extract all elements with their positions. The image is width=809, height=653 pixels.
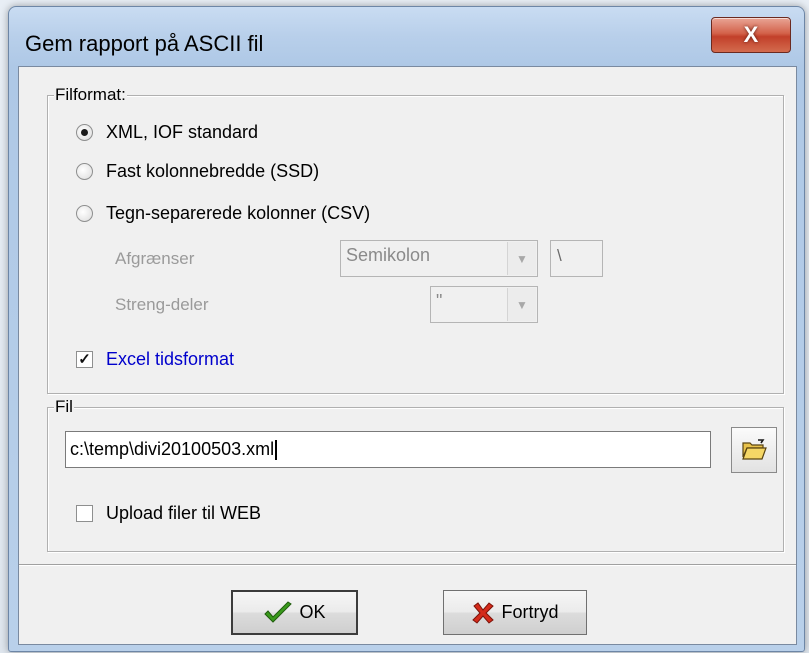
delimiter-select-value: Semikolon <box>346 245 431 265</box>
cancel-label: Fortryd <box>501 602 559 622</box>
footer-separator <box>19 564 796 566</box>
string-delimiter-value: " <box>436 291 443 311</box>
string-delimiter-label: Streng-deler <box>115 295 209 314</box>
dialog-title: Gem rapport på ASCII fil <box>25 31 264 56</box>
chevron-down-icon[interactable]: ▼ <box>507 242 536 275</box>
delimiter-char-input[interactable]: \ <box>550 240 603 277</box>
upload-checkbox-label: Upload filer til WEB <box>106 503 262 523</box>
fil-group: Fil <box>47 397 784 552</box>
ok-button[interactable]: OK <box>231 590 358 635</box>
radio-csv-button[interactable] <box>76 205 93 222</box>
checkmark-icon <box>264 600 293 623</box>
radio-ssd[interactable]: Fast kolonnebredde (SSD) <box>76 161 319 182</box>
dialog-client: Filformat: XML, IOF standard Fast kolonn… <box>18 66 797 645</box>
file-path-value: c:\temp\divi20100503.xml <box>70 439 275 459</box>
radio-xml[interactable]: XML, IOF standard <box>76 122 258 143</box>
title-bar[interactable]: Gem rapport på ASCII fil X <box>9 7 804 65</box>
close-icon: X <box>743 22 759 47</box>
file-path-input[interactable]: c:\temp\divi20100503.xml <box>65 431 711 468</box>
fil-label: Fil <box>54 397 74 417</box>
excel-checkbox-box[interactable]: ✓ <box>76 351 93 368</box>
delimiter-select[interactable]: Semikolon ▼ <box>340 240 538 277</box>
ok-label: OK <box>299 602 326 622</box>
cancel-button[interactable]: Fortryd <box>443 590 587 635</box>
chevron-down-icon[interactable]: ▼ <box>507 288 536 321</box>
text-cursor <box>275 440 278 461</box>
dialog-window: Gem rapport på ASCII fil X Filformat: XM… <box>8 6 805 652</box>
upload-web-checkbox[interactable]: Upload filer til WEB <box>76 503 261 524</box>
cancel-x-icon <box>472 601 495 624</box>
delimiter-label: Afgrænser <box>115 249 195 268</box>
radio-ssd-label: Fast kolonnebredde (SSD) <box>106 161 320 181</box>
browse-folder-button[interactable] <box>731 427 777 473</box>
open-folder-icon <box>742 439 767 460</box>
radio-csv[interactable]: Tegn-separerede kolonner (CSV) <box>76 203 370 224</box>
delimiter-char-value: \ <box>557 246 562 265</box>
upload-checkbox-box[interactable] <box>76 505 93 522</box>
radio-xml-button[interactable] <box>76 124 93 141</box>
close-button[interactable]: X <box>711 17 791 53</box>
radio-ssd-button[interactable] <box>76 163 93 180</box>
radio-xml-label: XML, IOF standard <box>106 122 259 142</box>
radio-csv-label: Tegn-separerede kolonner (CSV) <box>106 203 371 223</box>
string-delimiter-select[interactable]: " ▼ <box>430 286 538 323</box>
excel-checkbox-label: Excel tidsformat <box>106 349 235 369</box>
excel-timeformat-checkbox[interactable]: ✓ Excel tidsformat <box>76 349 234 370</box>
filformat-label: Filformat: <box>54 85 127 105</box>
